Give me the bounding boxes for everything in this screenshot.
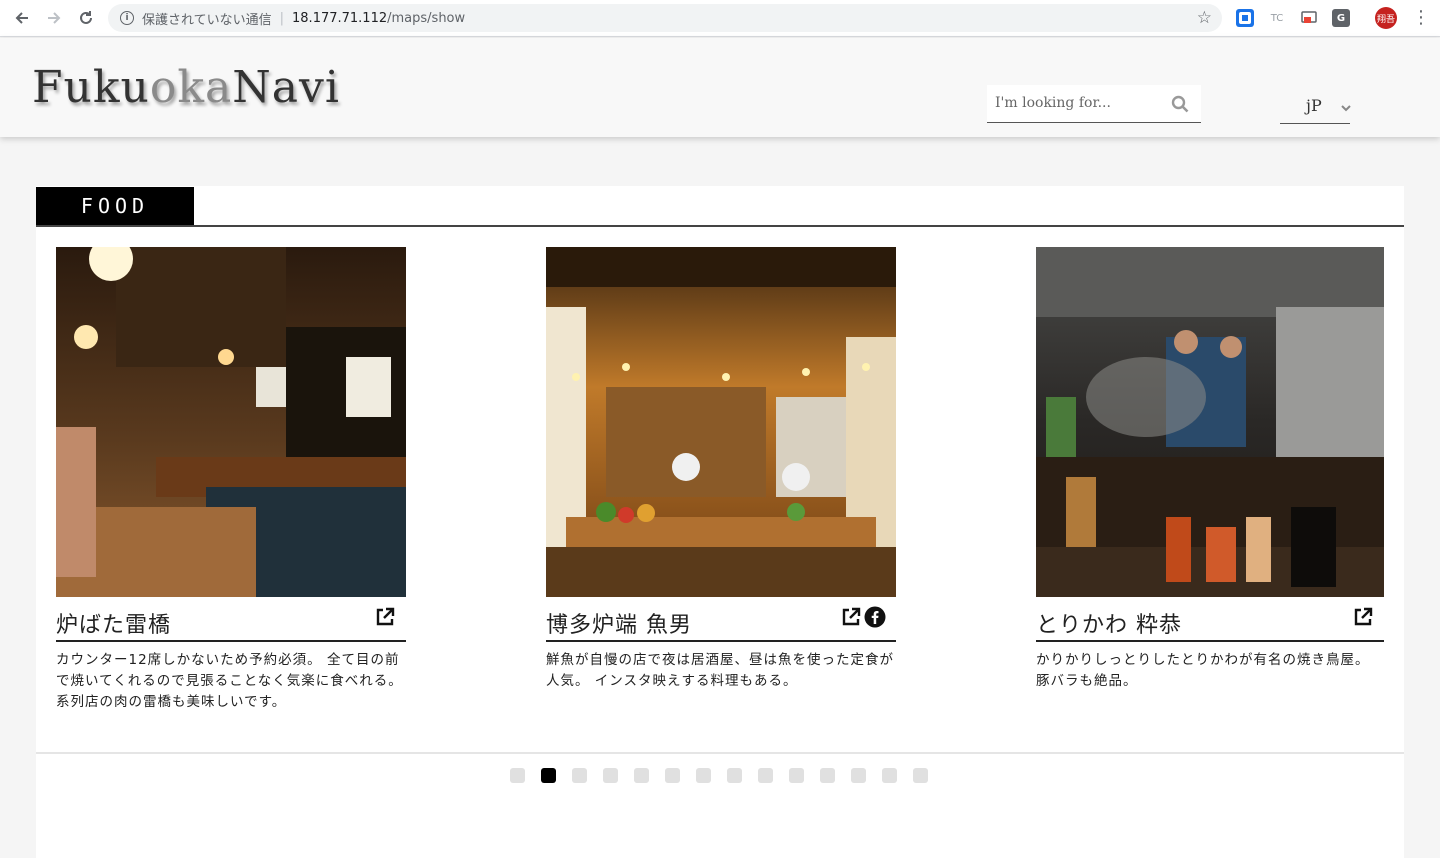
carousel-dot[interactable]	[820, 768, 835, 783]
card-title-row: とりかわ 粋恭	[1036, 597, 1384, 642]
browser-toolbar: i 保護されていない通信 | 18.177.71.112/maps/show ☆…	[0, 0, 1440, 37]
bookmark-star-icon[interactable]: ☆	[1197, 8, 1212, 28]
cast-extension-icon[interactable]	[1300, 9, 1318, 27]
profile-avatar[interactable]: 翔吾	[1375, 7, 1397, 29]
carousel-dot[interactable]	[882, 768, 897, 783]
restaurant-photo[interactable]	[1036, 247, 1384, 597]
language-value: jP	[1306, 96, 1322, 115]
forward-button[interactable]	[38, 2, 70, 34]
carousel-dot[interactable]	[727, 768, 742, 783]
site-header: FukuokaNavi jP	[0, 38, 1440, 137]
carousel-dot[interactable]	[603, 768, 618, 783]
logo-text-fuku: Fuku	[32, 62, 150, 113]
carousel-divider	[36, 752, 1404, 754]
restaurant-photo[interactable]	[56, 247, 406, 597]
card-title-row: 炉ばた雷橋	[56, 597, 406, 642]
carousel-dot[interactable]	[510, 768, 525, 783]
restaurant-card: とりかわ 粋恭 かりかりしっとりしたとりかわが有名の焼き鳥屋。 豚バラも絶品。	[1036, 247, 1384, 692]
search-box	[987, 85, 1201, 123]
browser-menu-icon[interactable]: ⋮	[1412, 6, 1430, 30]
card-title-row: 博多炉端 魚男	[546, 597, 896, 642]
restaurant-description: カウンター12席しかないため予約必須。 全て目の前で焼いてくれるので見張ることな…	[56, 652, 403, 710]
restaurant-photo[interactable]	[546, 247, 896, 597]
forward-arrow-icon	[48, 12, 61, 24]
carousel-dot[interactable]	[665, 768, 680, 783]
logo-text-navi: Navi	[232, 62, 340, 113]
g-extension-icon[interactable]: G	[1332, 9, 1350, 27]
external-link-icon[interactable]	[1352, 606, 1374, 628]
cast-glyph-icon	[1301, 11, 1317, 23]
back-button[interactable]	[6, 2, 38, 34]
carousel-dot[interactable]	[572, 768, 587, 783]
carousel-dot[interactable]	[541, 768, 556, 783]
food-section: FOOD 炉ばた雷橋 カウンター12席しかないため予約必須。 全て目の前で焼いて…	[36, 186, 1404, 858]
external-link-icon[interactable]	[374, 606, 396, 628]
carousel-dot[interactable]	[758, 768, 773, 783]
section-title: FOOD	[36, 187, 194, 225]
section-underline	[36, 225, 1404, 227]
carousel-dot[interactable]	[634, 768, 649, 783]
facebook-icon[interactable]	[864, 606, 886, 628]
address-bar[interactable]: i 保護されていない通信 | 18.177.71.112/maps/show ☆	[108, 4, 1222, 32]
language-select[interactable]: jP	[1280, 92, 1351, 124]
info-icon[interactable]: i	[120, 11, 134, 25]
carousel-dot[interactable]	[696, 768, 711, 783]
address-separator: |	[279, 10, 285, 26]
reload-icon	[80, 11, 92, 24]
search-input[interactable]	[987, 85, 1157, 121]
security-status: 保護されていない通信	[142, 12, 272, 28]
search-icon[interactable]	[1171, 95, 1189, 113]
restaurant-card: 炉ばた雷橋 カウンター12席しかないため予約必須。 全て目の前で焼いてくれるので…	[56, 247, 406, 713]
carousel-dot[interactable]	[851, 768, 866, 783]
translate-extension-icon[interactable]	[1236, 9, 1254, 27]
restaurant-description: 鮮魚が自慢の店で夜は居酒屋、昼は魚を使った定食が人気。 インスタ映えする料理もあ…	[546, 652, 894, 689]
restaurant-description: かりかりしっとりしたとりかわが有名の焼き鳥屋。 豚バラも絶品。	[1036, 652, 1370, 689]
carousel-dot[interactable]	[913, 768, 928, 783]
carousel-dot[interactable]	[789, 768, 804, 783]
restaurant-name[interactable]: 博多炉端 魚男	[546, 607, 692, 639]
site-logo[interactable]: FukuokaNavi	[32, 62, 340, 113]
tc-extension-icon[interactable]: TC	[1268, 9, 1286, 27]
restaurant-name[interactable]: 炉ばた雷橋	[56, 607, 171, 639]
reload-button[interactable]	[70, 2, 102, 34]
carousel-pagination	[510, 768, 928, 783]
external-link-icon[interactable]	[840, 606, 862, 628]
logo-text-oka: oka	[149, 62, 233, 113]
restaurant-name[interactable]: とりかわ 粋恭	[1036, 607, 1182, 639]
chevron-down-icon	[1341, 105, 1351, 112]
url-host: 18.177.71.112	[292, 10, 388, 26]
url-path: /maps/show	[387, 10, 466, 26]
translate-glyph-icon	[1239, 12, 1251, 24]
back-arrow-icon	[15, 12, 28, 24]
restaurant-card: 博多炉端 魚男 鮮魚が自慢の店で夜は居酒屋、昼は魚を使った定食が人気。 インスタ…	[546, 247, 896, 692]
